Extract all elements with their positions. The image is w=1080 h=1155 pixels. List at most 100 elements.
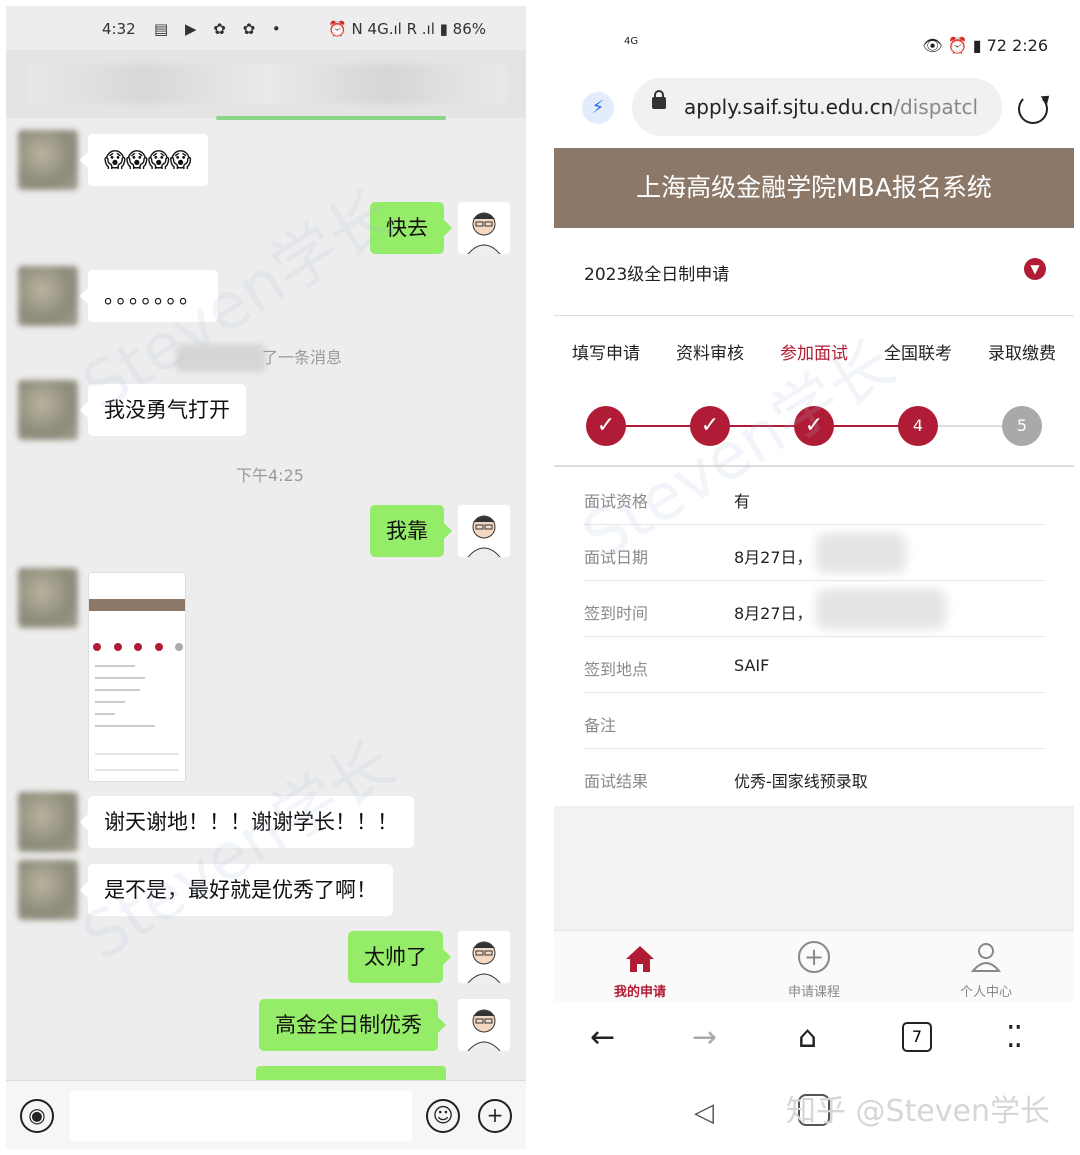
url-path: /dispatcl bbox=[893, 95, 979, 119]
step-number: 5 bbox=[1002, 406, 1042, 446]
thumbnail-steps bbox=[93, 643, 183, 651]
message-bubble-out[interactable]: 我靠 bbox=[370, 505, 452, 557]
avatar[interactable] bbox=[18, 380, 78, 440]
step-label: 全国联考 bbox=[884, 344, 952, 364]
info-key: 签到地点 bbox=[584, 660, 649, 679]
message-input[interactable] bbox=[70, 1091, 412, 1141]
site-title: 上海高级金融学院MBA报名系统 bbox=[554, 148, 1074, 228]
term-label: 2023级全日制申请 bbox=[584, 265, 730, 285]
avatar[interactable] bbox=[18, 130, 78, 190]
info-value: 有 bbox=[734, 492, 751, 511]
home-icon bbox=[626, 946, 654, 972]
lock-icon bbox=[652, 90, 666, 109]
tab-label: 我的申请 bbox=[613, 985, 666, 1000]
message-bubble-in[interactable]: 我没勇气打开 bbox=[80, 384, 246, 436]
info-row: 面试日期 8月27日， bbox=[584, 525, 1044, 581]
message-bubble-in[interactable]: 是不是，最好就是优秀了啊！ bbox=[80, 864, 393, 916]
info-row: 签到时间 8月27日， bbox=[584, 581, 1044, 637]
status-bar: 4G 👁 ⏰ ▮ 72 2:26 bbox=[554, 6, 1074, 66]
progress-fill bbox=[606, 425, 918, 427]
tab-apply-course[interactable]: + 申请课程 bbox=[754, 931, 874, 1003]
info-key: 面试结果 bbox=[584, 772, 649, 791]
divider bbox=[554, 465, 1074, 467]
avatar[interactable] bbox=[458, 931, 510, 983]
signal-icon: 4G bbox=[624, 36, 639, 47]
info-row: 签到地点 SAIF bbox=[584, 637, 1044, 693]
status-right: ⏰ N 4G.ıl R .ıl ▮ 86% bbox=[328, 20, 486, 38]
status-right: 👁 ⏰ ▮ 72 2:26 bbox=[922, 36, 1048, 55]
info-value: 优秀-国家线预录取 bbox=[734, 772, 868, 791]
message-bubble-out[interactable]: 快去 bbox=[370, 202, 452, 254]
avatar[interactable] bbox=[18, 860, 78, 920]
emoji-icon[interactable]: ☺ bbox=[426, 1099, 460, 1133]
step-number: 4 bbox=[898, 406, 938, 446]
message-bubble-in[interactable]: 。。。。。。。 bbox=[80, 270, 218, 322]
system-message: 了一条消息 bbox=[262, 348, 343, 367]
nav-back-icon[interactable]: ◁ bbox=[694, 1098, 714, 1128]
back-arrow-icon[interactable]: ← bbox=[590, 1020, 615, 1055]
info-key: 签到时间 bbox=[584, 604, 649, 623]
redacted-name bbox=[176, 344, 266, 372]
status-bar: 4:32 ▤ ▶ ✿ ✿ • ⏰ N 4G.ıl R .ıl ▮ 86% bbox=[6, 6, 526, 50]
step-check-icon: ✓ bbox=[586, 406, 626, 446]
timestamp: 下午4:25 bbox=[236, 466, 304, 485]
notification-icons: ▤ ▶ ✿ ✿ • bbox=[154, 20, 287, 38]
info-key: 面试日期 bbox=[584, 548, 649, 567]
step-labels: 填写申请 资料审核 参加面试 全国联考 录取缴费 bbox=[554, 339, 1074, 369]
avatar-face-icon bbox=[467, 941, 501, 983]
forward-arrow-icon[interactable]: → bbox=[692, 1020, 717, 1055]
home-outline-icon[interactable]: ⌂ bbox=[798, 1020, 817, 1055]
avatar[interactable] bbox=[18, 568, 78, 628]
plus-circle-icon: + bbox=[798, 941, 830, 973]
redacted-time bbox=[816, 533, 906, 573]
app-tabbar: 我的申请 + 申请课程 个人中心 bbox=[554, 930, 1074, 1002]
message-bubble-in[interactable]: 😱😱😱😱 bbox=[80, 134, 208, 186]
term-selector[interactable]: 2023级全日制申请 ▼ bbox=[554, 228, 1074, 316]
step-label: 录取缴费 bbox=[988, 344, 1056, 364]
chat-input-bar: ◉ ☺ + bbox=[6, 1080, 526, 1149]
status-time: 4:32 bbox=[102, 20, 136, 38]
tab-my-application[interactable]: 我的申请 bbox=[580, 931, 700, 1003]
page-spacer bbox=[554, 806, 1074, 930]
avatar-face-icon bbox=[467, 212, 501, 254]
chat-header bbox=[6, 50, 526, 118]
reload-icon[interactable] bbox=[1018, 94, 1048, 124]
avatar[interactable] bbox=[458, 505, 510, 557]
tab-personal-center[interactable]: 个人中心 bbox=[926, 931, 1046, 1003]
avatar-face-icon bbox=[467, 515, 501, 557]
lightning-icon[interactable]: ⚡ bbox=[582, 92, 614, 124]
info-key: 面试资格 bbox=[584, 492, 649, 511]
browser-toolbar: ← → ⌂ 7 ⁚⁚ bbox=[554, 1002, 1074, 1078]
avatar[interactable] bbox=[458, 202, 510, 254]
chevron-down-icon[interactable]: ▼ bbox=[1024, 258, 1046, 280]
tab-count-button[interactable]: 7 bbox=[902, 1022, 932, 1052]
voice-icon[interactable]: ◉ bbox=[20, 1099, 54, 1133]
step-label: 参加面试 bbox=[780, 344, 848, 364]
message-bubble-out[interactable]: 高金全日制优秀 bbox=[259, 999, 446, 1051]
step-check-icon: ✓ bbox=[690, 406, 730, 446]
message-bubble-out-partial bbox=[256, 1066, 446, 1080]
info-value: SAIF bbox=[734, 656, 770, 675]
more-menu-icon[interactable]: ⁚⁚ bbox=[1006, 1020, 1023, 1055]
step-check-icon: ✓ bbox=[794, 406, 834, 446]
chat-screenshot: 4:32 ▤ ▶ ✿ ✿ • ⏰ N 4G.ıl R .ıl ▮ 86% 😱😱😱… bbox=[6, 6, 526, 1149]
browser-screenshot: 4G 👁 ⏰ ▮ 72 2:26 ⚡ apply.saif.sjtu.edu.c… bbox=[554, 6, 1074, 1149]
url-domain: apply.saif.sjtu.edu.cn bbox=[684, 95, 894, 119]
user-icon bbox=[970, 943, 1002, 972]
avatar[interactable] bbox=[458, 999, 510, 1051]
message-bubble-out[interactable]: 太帅了 bbox=[348, 931, 451, 983]
watermark-text: 知乎 @Steven学长 bbox=[786, 1094, 1051, 1129]
tab-label: 申请课程 bbox=[787, 985, 840, 1000]
address-bar[interactable]: apply.saif.sjtu.edu.cn/dispatcl bbox=[632, 78, 1002, 136]
screenshot-thumbnail[interactable] bbox=[88, 572, 186, 782]
avatar-face-icon bbox=[467, 1009, 501, 1051]
info-value: 8月27日， bbox=[734, 604, 813, 623]
message-bubble-in[interactable]: 谢天谢地！！！谢谢学长！！！ bbox=[80, 796, 414, 848]
plus-icon[interactable]: + bbox=[478, 1099, 512, 1133]
info-row: 面试资格 有 bbox=[584, 469, 1044, 525]
avatar[interactable] bbox=[18, 266, 78, 326]
avatar[interactable] bbox=[18, 792, 78, 852]
info-key: 备注 bbox=[584, 716, 617, 735]
step-label: 填写申请 bbox=[572, 344, 640, 364]
redacted-chat-title bbox=[26, 64, 506, 104]
